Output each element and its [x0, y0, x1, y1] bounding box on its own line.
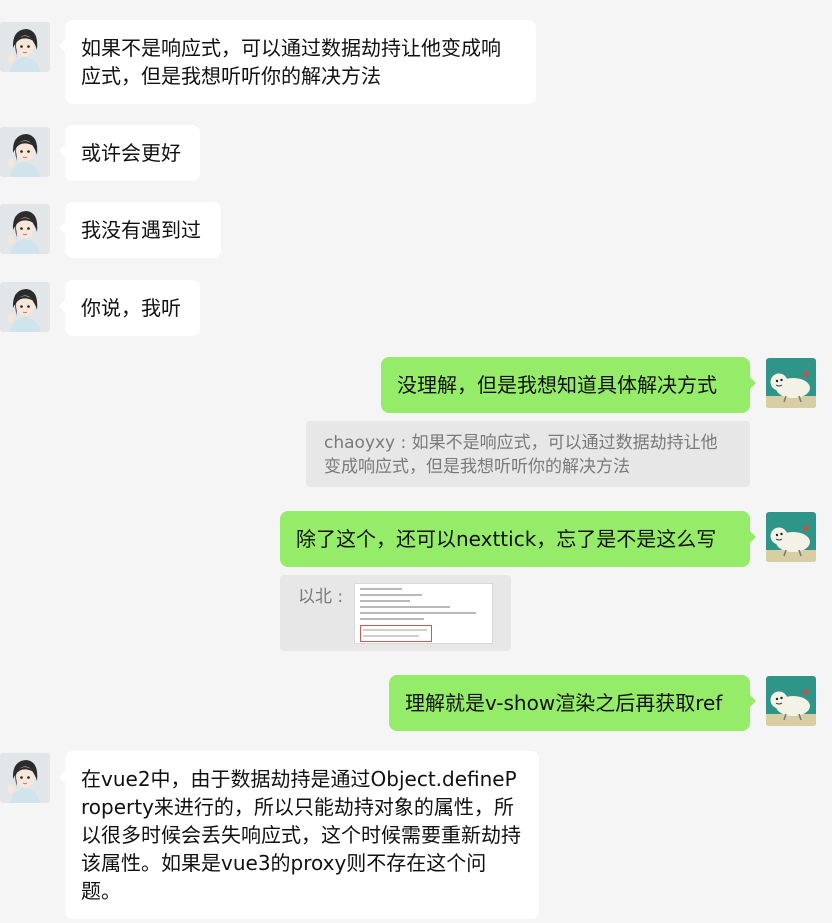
- chat-message-self[interactable]: 除了这个，还可以nexttick，忘了是不是这么写: [280, 511, 756, 567]
- chat-message-self[interactable]: 没理解，但是我想知道具体解决方式: [381, 357, 756, 413]
- girl-avatar-icon[interactable]: [0, 127, 50, 177]
- girl-avatar-icon[interactable]: [0, 22, 50, 72]
- chat-message[interactable]: 如果不是响应式，可以通过数据劫持让他变成响应式，但是我想听听你的解决方法: [59, 20, 536, 104]
- girl-avatar-icon[interactable]: [0, 204, 50, 254]
- quote-author: 以北 :: [298, 587, 344, 607]
- cartoon-avatar-icon[interactable]: [766, 512, 816, 562]
- girl-avatar-icon[interactable]: [0, 282, 50, 332]
- quoted-message[interactable]: chaoyxy : 如果不是响应式，可以通过数据劫持让他变成响应式，但是我想听听…: [306, 421, 750, 487]
- cartoon-avatar-icon[interactable]: [766, 358, 816, 408]
- chat-message[interactable]: 在vue2中，由于数据劫持是通过Object.defineProperty来进行…: [59, 751, 539, 919]
- chat-message[interactable]: 我没有遇到过: [59, 202, 221, 258]
- quoted-image-thumbnail[interactable]: [354, 583, 493, 644]
- chat-message[interactable]: 或许会更好: [59, 125, 200, 181]
- girl-avatar-icon[interactable]: [0, 753, 50, 803]
- cartoon-avatar-icon[interactable]: [766, 676, 816, 726]
- chat-message[interactable]: 你说，我听: [59, 280, 200, 336]
- chat-message-self[interactable]: 理解就是v-show渲染之后再获取ref: [389, 675, 756, 731]
